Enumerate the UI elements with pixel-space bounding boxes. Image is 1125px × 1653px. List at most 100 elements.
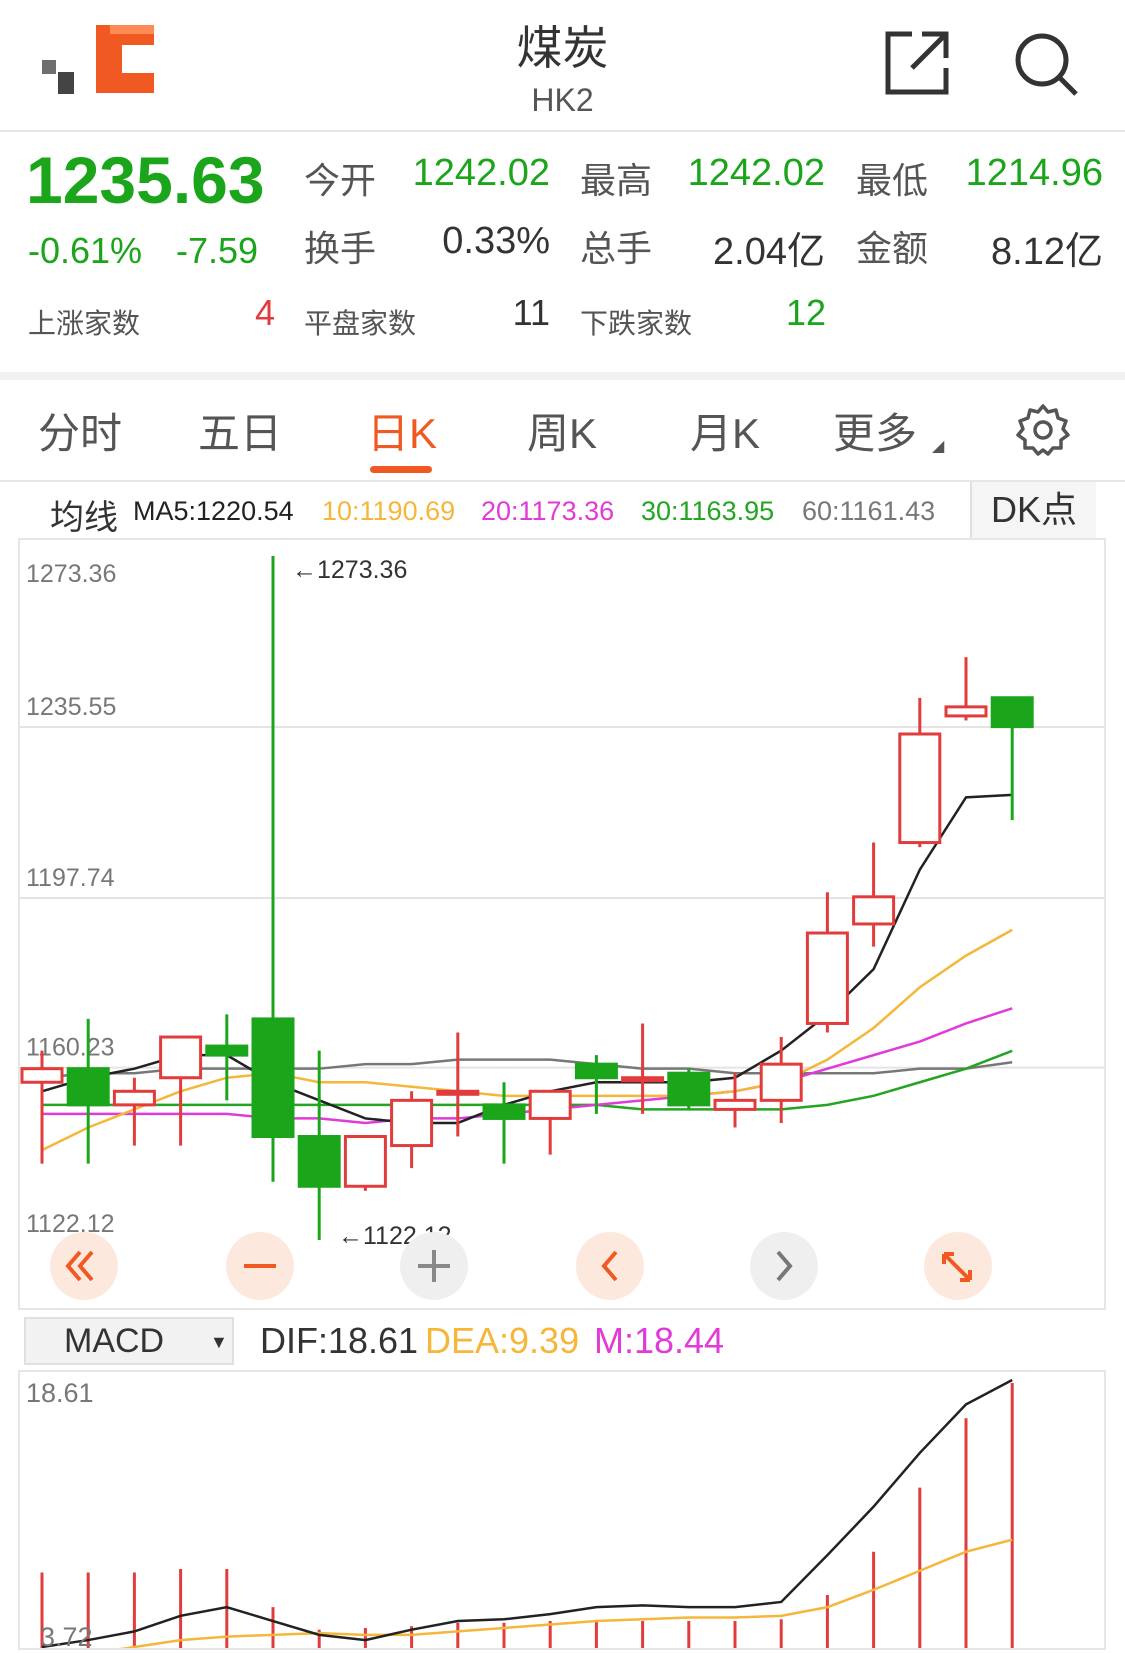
quote-panel: 1235.63 -0.61% -7.59 今开 1242.02 最高 1242.… [0,132,1125,372]
candle-body [898,732,942,845]
low-label: 最低 [856,160,929,201]
candle-body [667,1071,711,1107]
dea-line [86,1538,1013,1653]
ma-legend: 均线 MA5:1220.54 10:1190.69 20:1173.36 30:… [0,482,1125,538]
tab-intraday[interactable]: 分时 [10,400,150,461]
candle [713,1073,757,1128]
zoom-out-icon[interactable] [226,1232,294,1300]
down-count-label: 下跌家数 [580,308,693,339]
candle-body [852,895,896,926]
ma10-value: 10:1190.69 [322,496,456,526]
ma20-value: 20:1173.36 [481,496,615,526]
candle [898,697,942,848]
open-label: 今开 [304,160,377,201]
candle [667,1068,711,1110]
kline-chart[interactable]: 1273.36 1235.55 1197.74 1160.23 1122.12 ←1273… [18,538,1106,1310]
dk-point-button[interactable]: DK点 [970,482,1096,538]
indicator-select[interactable]: MACD [24,1317,234,1365]
candle [990,696,1034,821]
candle [805,892,849,1033]
high-value: 1242.02 [687,152,825,194]
candle [112,1077,156,1146]
tab-five-day[interactable]: 五日 [170,400,310,461]
kline-svg: 1273.361235.551197.741160.231122.12←1273… [20,556,1104,1250]
candle-body [159,1035,203,1080]
candle-body [528,1089,572,1120]
share-icon[interactable] [882,28,952,98]
ma60-value: 60:1161.43 [802,496,936,526]
macd-chart[interactable]: 18.61 3.72 [18,1370,1106,1653]
candle [343,1135,387,1191]
candle-body [805,931,849,1025]
page-title: 煤炭 [516,22,609,74]
fullscreen-icon[interactable] [924,1232,992,1300]
ma30-value: 30:1163.95 [641,496,775,526]
ma5-value: MA5:1220.54 [133,496,294,526]
turnover-label: 换手 [304,228,377,269]
candle-body [944,705,988,718]
change-percent: -0.61% [28,230,143,271]
volume-value: 2.04亿 [713,231,825,273]
candle-body [112,1089,156,1107]
y-tick-label: 1197.74 [26,864,115,892]
candle-body [574,1062,618,1080]
tab-daily-k[interactable]: 日K [332,400,472,461]
dea-value: DEA:9.39 [425,1320,580,1361]
change-amount: -7.59 [176,230,259,271]
candle-body [297,1135,341,1188]
scroll-left-icon[interactable] [50,1232,118,1300]
candle [528,1089,572,1155]
previous-icon[interactable] [576,1232,644,1300]
amount-value: 8.12亿 [991,231,1103,273]
up-count-label: 上涨家数 [28,308,141,339]
max-price-marker: ←1273.36 [292,556,407,584]
down-count: 12 [785,292,826,333]
macd-bottom-label: 3.72 [40,1622,93,1648]
candle [251,556,295,1182]
low-value: 1214.96 [965,152,1103,194]
candle-body [713,1098,757,1111]
tab-weekly-k[interactable]: 周K [492,400,632,461]
y-tick-label: 1160.23 [26,1034,115,1062]
indicator-legend: MACD ▼ DIF:18.61 DEA:9.39 M:18.44 [0,1312,1125,1372]
active-tab-indicator [370,466,432,473]
candle [390,1091,434,1169]
candle-body [205,1044,249,1057]
top-navbar: 煤炭 HK2 [0,0,1125,132]
candle-body [482,1103,526,1120]
candle-body [343,1135,387,1188]
candle-body [251,1017,295,1139]
page-subtitle: HK2 [531,82,594,118]
macd-top-label: 18.61 [26,1378,94,1408]
tab-monthly-k[interactable]: 月K [655,400,795,461]
y-tick-label: 1273.36 [26,560,116,588]
candle-body [621,1076,665,1083]
high-label: 最高 [580,160,653,201]
candle [944,657,988,721]
last-price: 1235.63 [26,143,265,217]
candle-body [390,1098,434,1148]
period-tabs: 分时 五日 日K 周K 月K 更多 ◢ [0,380,1125,482]
candle-body [436,1089,480,1096]
next-icon[interactable] [750,1232,818,1300]
y-tick-label: 1235.55 [26,693,116,721]
flat-count-label: 平盘家数 [304,308,417,339]
candle-body [20,1067,64,1084]
dropdown-caret-icon: ▼ [210,1332,228,1352]
settings-gear-icon[interactable] [1015,402,1071,458]
candle-body [759,1062,803,1102]
candle [852,842,896,947]
open-value: 1242.02 [412,152,550,194]
tab-more[interactable]: 更多 [805,400,945,461]
search-icon[interactable] [1010,28,1080,98]
up-count: 4 [254,292,275,333]
zoom-in-icon[interactable] [400,1232,468,1300]
dif-value: DIF:18.61 [260,1320,419,1361]
candle [159,1035,203,1146]
amount-label: 金额 [856,228,929,269]
candle-body [990,696,1034,729]
candle-body [66,1067,110,1107]
section-divider [0,372,1125,380]
candle [436,1032,480,1137]
flat-count: 11 [512,292,550,333]
